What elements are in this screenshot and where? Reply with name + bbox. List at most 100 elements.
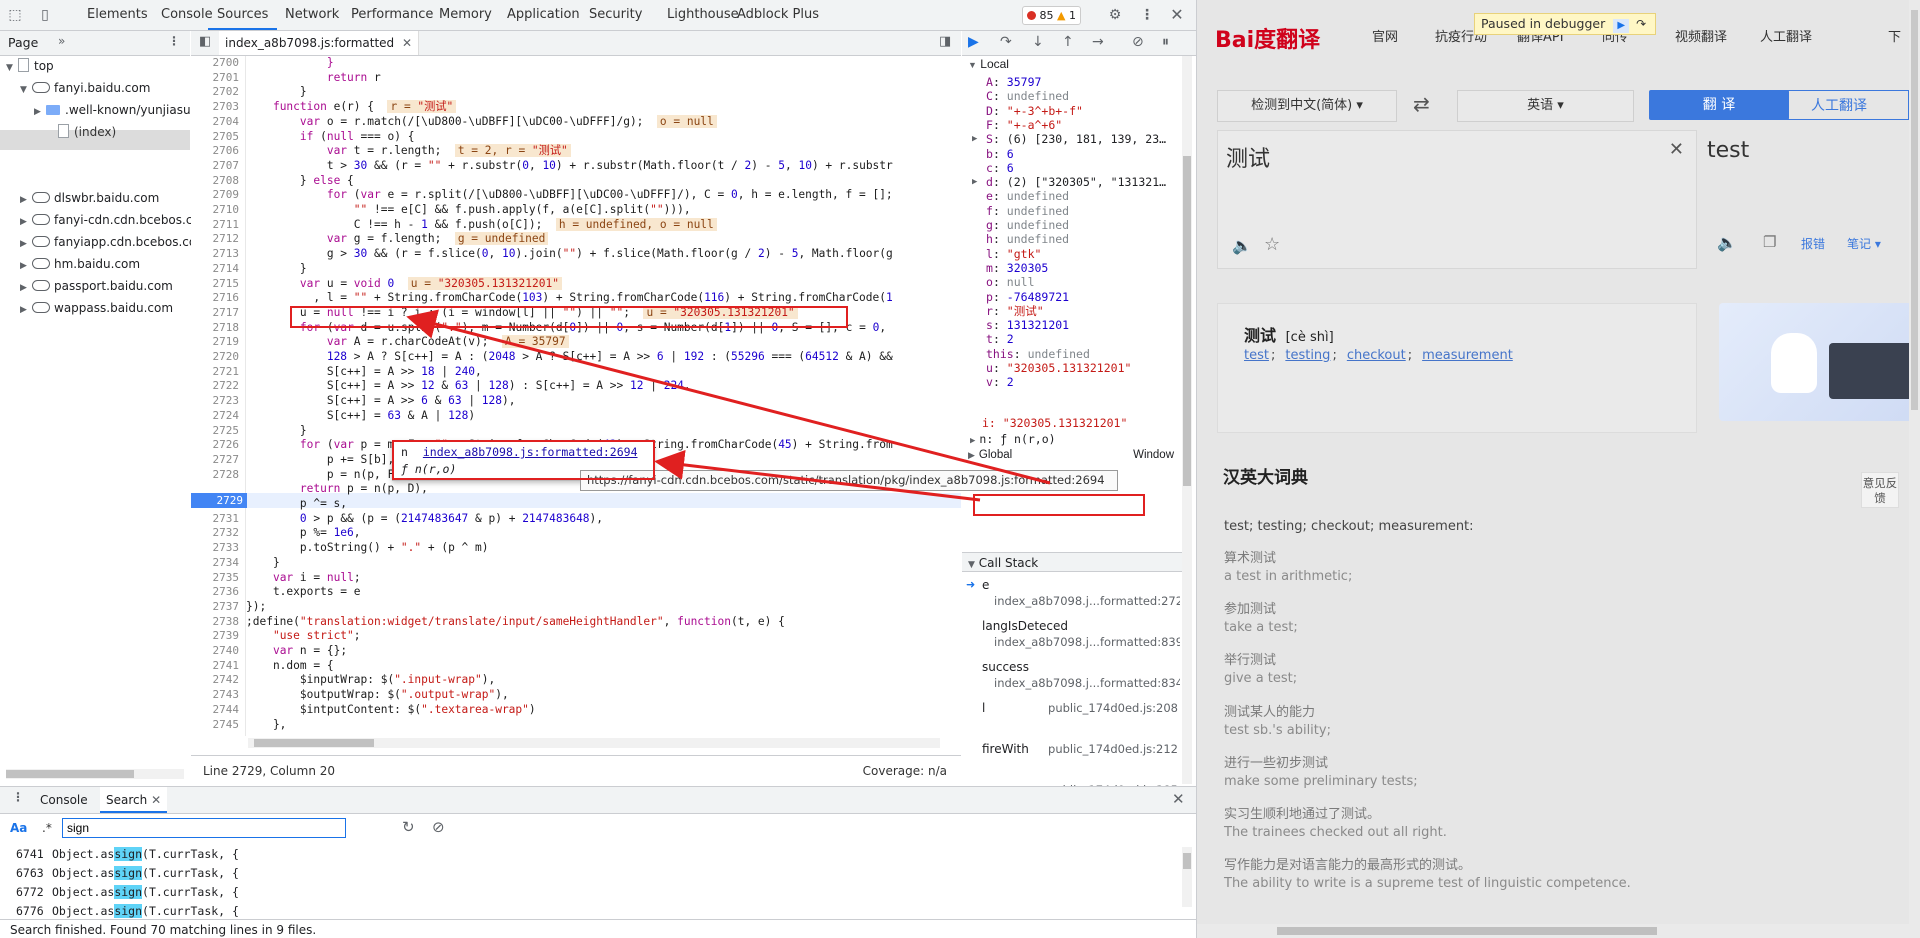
toggle-debugger-icon[interactable]: ◨ bbox=[939, 34, 951, 49]
navigator-item[interactable]: ▶ .well-known/yunjiasu bbox=[34, 100, 191, 120]
line-number[interactable]: 2733 bbox=[191, 541, 240, 556]
line-number[interactable]: 2700 bbox=[191, 56, 240, 71]
navigator-item[interactable]: ▼ fanyi.baidu.com bbox=[20, 78, 150, 98]
word-translation-link[interactable]: test bbox=[1244, 348, 1269, 363]
line-number[interactable]: 2715 bbox=[191, 277, 240, 292]
line-number[interactable]: 2716 bbox=[191, 291, 240, 306]
paused-line-marker[interactable]: 2729 bbox=[191, 493, 247, 508]
swap-languages-icon[interactable]: ⇄ bbox=[1413, 92, 1430, 116]
line-number[interactable]: 2742 bbox=[191, 673, 240, 688]
navigator-item[interactable]: ▶ fanyi-cdn.cdn.bcebos.com bbox=[20, 210, 211, 230]
devtools-tab-memory[interactable]: Memory bbox=[430, 0, 501, 30]
line-number[interactable]: 2724 bbox=[191, 409, 240, 424]
search-result-row[interactable]: 6763 Object.assign(T.currTask, { bbox=[16, 866, 239, 880]
favorite-star-icon[interactable]: ☆ bbox=[1264, 234, 1280, 255]
deactivate-breakpoints-icon[interactable]: ⊘ bbox=[1132, 34, 1144, 50]
line-number[interactable]: 2745 bbox=[191, 718, 240, 733]
expand-down-icon[interactable]: ▼ bbox=[6, 58, 18, 78]
regex-toggle[interactable]: .* bbox=[42, 821, 52, 835]
devtools-tab-performance[interactable]: Performance bbox=[342, 0, 442, 30]
word-translation-link[interactable]: measurement bbox=[1422, 348, 1513, 363]
expand-right-icon[interactable]: ▶ bbox=[34, 102, 46, 122]
device-toolbar-icon[interactable]: ▯ bbox=[36, 6, 54, 24]
translate-button[interactable]: 翻 译 bbox=[1649, 90, 1789, 120]
line-number[interactable]: 2734 bbox=[191, 556, 240, 571]
closure-var-n[interactable]: ▶ n: ƒ n(r,o) bbox=[970, 431, 1056, 449]
line-number[interactable]: 2726 bbox=[191, 438, 240, 453]
more-options-icon[interactable]: ⋮ bbox=[1138, 6, 1156, 24]
navigator-item[interactable]: ▼ top bbox=[6, 56, 54, 76]
callstack-frame[interactable]: fireWith public_174d0ed.js:212 bbox=[962, 738, 1182, 778]
devtools-tab-application[interactable]: Application bbox=[498, 0, 589, 30]
line-number[interactable]: 2713 bbox=[191, 247, 240, 262]
callstack-location[interactable]: index_a8b7098.j...formatted:8347 bbox=[994, 676, 1180, 690]
line-number[interactable]: 2718 bbox=[191, 321, 240, 336]
step-into-icon[interactable]: ↓ bbox=[1032, 34, 1044, 50]
callstack-frame[interactable]: langIsDeteced index_a8b7098.j...formatted… bbox=[962, 615, 1182, 655]
line-number[interactable]: 2736 bbox=[191, 585, 240, 600]
toggle-navigator-icon[interactable]: ◧ bbox=[199, 34, 211, 49]
expand-right-icon[interactable]: ▶ bbox=[970, 436, 975, 446]
editor-file-tab[interactable]: index_a8b7098.js:formatted ✕ bbox=[219, 31, 420, 55]
line-number[interactable]: 2720 bbox=[191, 350, 240, 365]
source-language-select[interactable]: 检测到中文(简体) ▾ bbox=[1217, 90, 1397, 122]
refresh-search-icon[interactable]: ↻ bbox=[402, 818, 415, 836]
resume-icon[interactable]: ▶ bbox=[968, 34, 979, 50]
word-translation-link[interactable]: testing bbox=[1285, 348, 1330, 363]
site-nav-link[interactable]: 人工翻译 bbox=[1760, 26, 1812, 45]
source-text-area[interactable]: 测试 ✕ 🔈 ☆ bbox=[1217, 130, 1697, 269]
navigator-item[interactable]: ▶ fanyiapp.cdn.bcebos.com bbox=[20, 232, 208, 252]
human-translation-button[interactable]: 人工翻译 bbox=[1769, 90, 1909, 120]
target-language-select[interactable]: 英语 ▾ bbox=[1457, 90, 1634, 122]
navigator-tab-page[interactable]: Page bbox=[8, 35, 38, 50]
navigator-scrollbar[interactable] bbox=[6, 769, 184, 779]
results-scrollbar[interactable] bbox=[1182, 847, 1192, 907]
line-number[interactable]: 2706 bbox=[191, 144, 240, 159]
callstack-location[interactable]: public_174d0ed.js:212 bbox=[1048, 742, 1178, 756]
line-number[interactable]: 2743 bbox=[191, 688, 240, 703]
navigator-item[interactable]: ▶ passport.baidu.com bbox=[20, 276, 173, 296]
step-over-icon[interactable]: ↷ bbox=[1633, 17, 1649, 31]
line-number[interactable]: 2738 bbox=[191, 615, 240, 630]
drawer-tab-console[interactable]: Console bbox=[40, 793, 88, 807]
expand-right-icon[interactable]: ▶ bbox=[20, 212, 32, 232]
expand-right-icon[interactable]: ▶ bbox=[20, 256, 32, 276]
navigator-item[interactable]: (index) bbox=[46, 122, 116, 142]
line-number[interactable]: 2703 bbox=[191, 100, 240, 115]
line-number[interactable]: 2721 bbox=[191, 365, 240, 380]
navigator-menu-icon[interactable]: ⋮ bbox=[168, 34, 180, 48]
line-number[interactable]: 2732 bbox=[191, 526, 240, 541]
navigator-item[interactable]: ▶ wappass.baidu.com bbox=[20, 298, 173, 318]
line-number[interactable]: 2725 bbox=[191, 424, 240, 439]
report-error-link[interactable]: 报错 bbox=[1801, 235, 1825, 252]
coverage-status[interactable]: Coverage: n/a bbox=[863, 764, 947, 778]
output-speaker-icon[interactable]: 🔈 bbox=[1717, 233, 1737, 252]
search-result-row[interactable]: 6772 Object.assign(T.currTask, { bbox=[16, 885, 239, 899]
close-drawer-icon[interactable]: ✕ bbox=[1172, 790, 1185, 808]
line-number[interactable]: 2717 bbox=[191, 306, 240, 321]
clear-search-icon[interactable]: ⊘ bbox=[432, 818, 445, 836]
callstack-location[interactable]: index_a8b7098.j...formatted:8393 bbox=[994, 635, 1180, 649]
callstack-frame[interactable]: l public_174d0ed.js:208 bbox=[962, 697, 1182, 737]
notes-link[interactable]: 笔记 ▾ bbox=[1847, 235, 1881, 252]
line-number[interactable]: 2723 bbox=[191, 394, 240, 409]
line-number[interactable]: 2707 bbox=[191, 159, 240, 174]
clear-input-icon[interactable]: ✕ bbox=[1669, 139, 1684, 160]
callstack-frame[interactable]: ➜ e index_a8b7098.j...formatted:2729 bbox=[962, 574, 1182, 614]
line-number[interactable]: 2737 bbox=[191, 600, 240, 615]
line-number[interactable]: 2731 bbox=[191, 512, 240, 527]
site-nav-link[interactable]: 下 bbox=[1888, 26, 1901, 45]
scope-variable[interactable]: v: 2 bbox=[986, 374, 1014, 392]
callstack-header[interactable]: ▼ Call Stack bbox=[962, 552, 1182, 572]
inspect-element-icon[interactable]: ⬚ bbox=[6, 6, 24, 24]
close-devtools-icon[interactable]: ✕ bbox=[1168, 6, 1186, 24]
expand-down-icon[interactable]: ▼ bbox=[20, 80, 32, 100]
devtools-tab-security[interactable]: Security bbox=[580, 0, 651, 30]
devtools-tab-network[interactable]: Network bbox=[276, 0, 348, 30]
sidebar-scrollbar[interactable] bbox=[1182, 56, 1192, 784]
scope-local-header[interactable]: ▼ Local bbox=[968, 56, 1009, 72]
match-case-toggle[interactable]: Aa bbox=[10, 821, 27, 835]
speaker-icon[interactable]: 🔈 bbox=[1232, 236, 1252, 255]
callstack-location[interactable]: index_a8b7098.j...formatted:2729 bbox=[994, 594, 1180, 608]
line-number[interactable]: 2739 bbox=[191, 629, 240, 644]
